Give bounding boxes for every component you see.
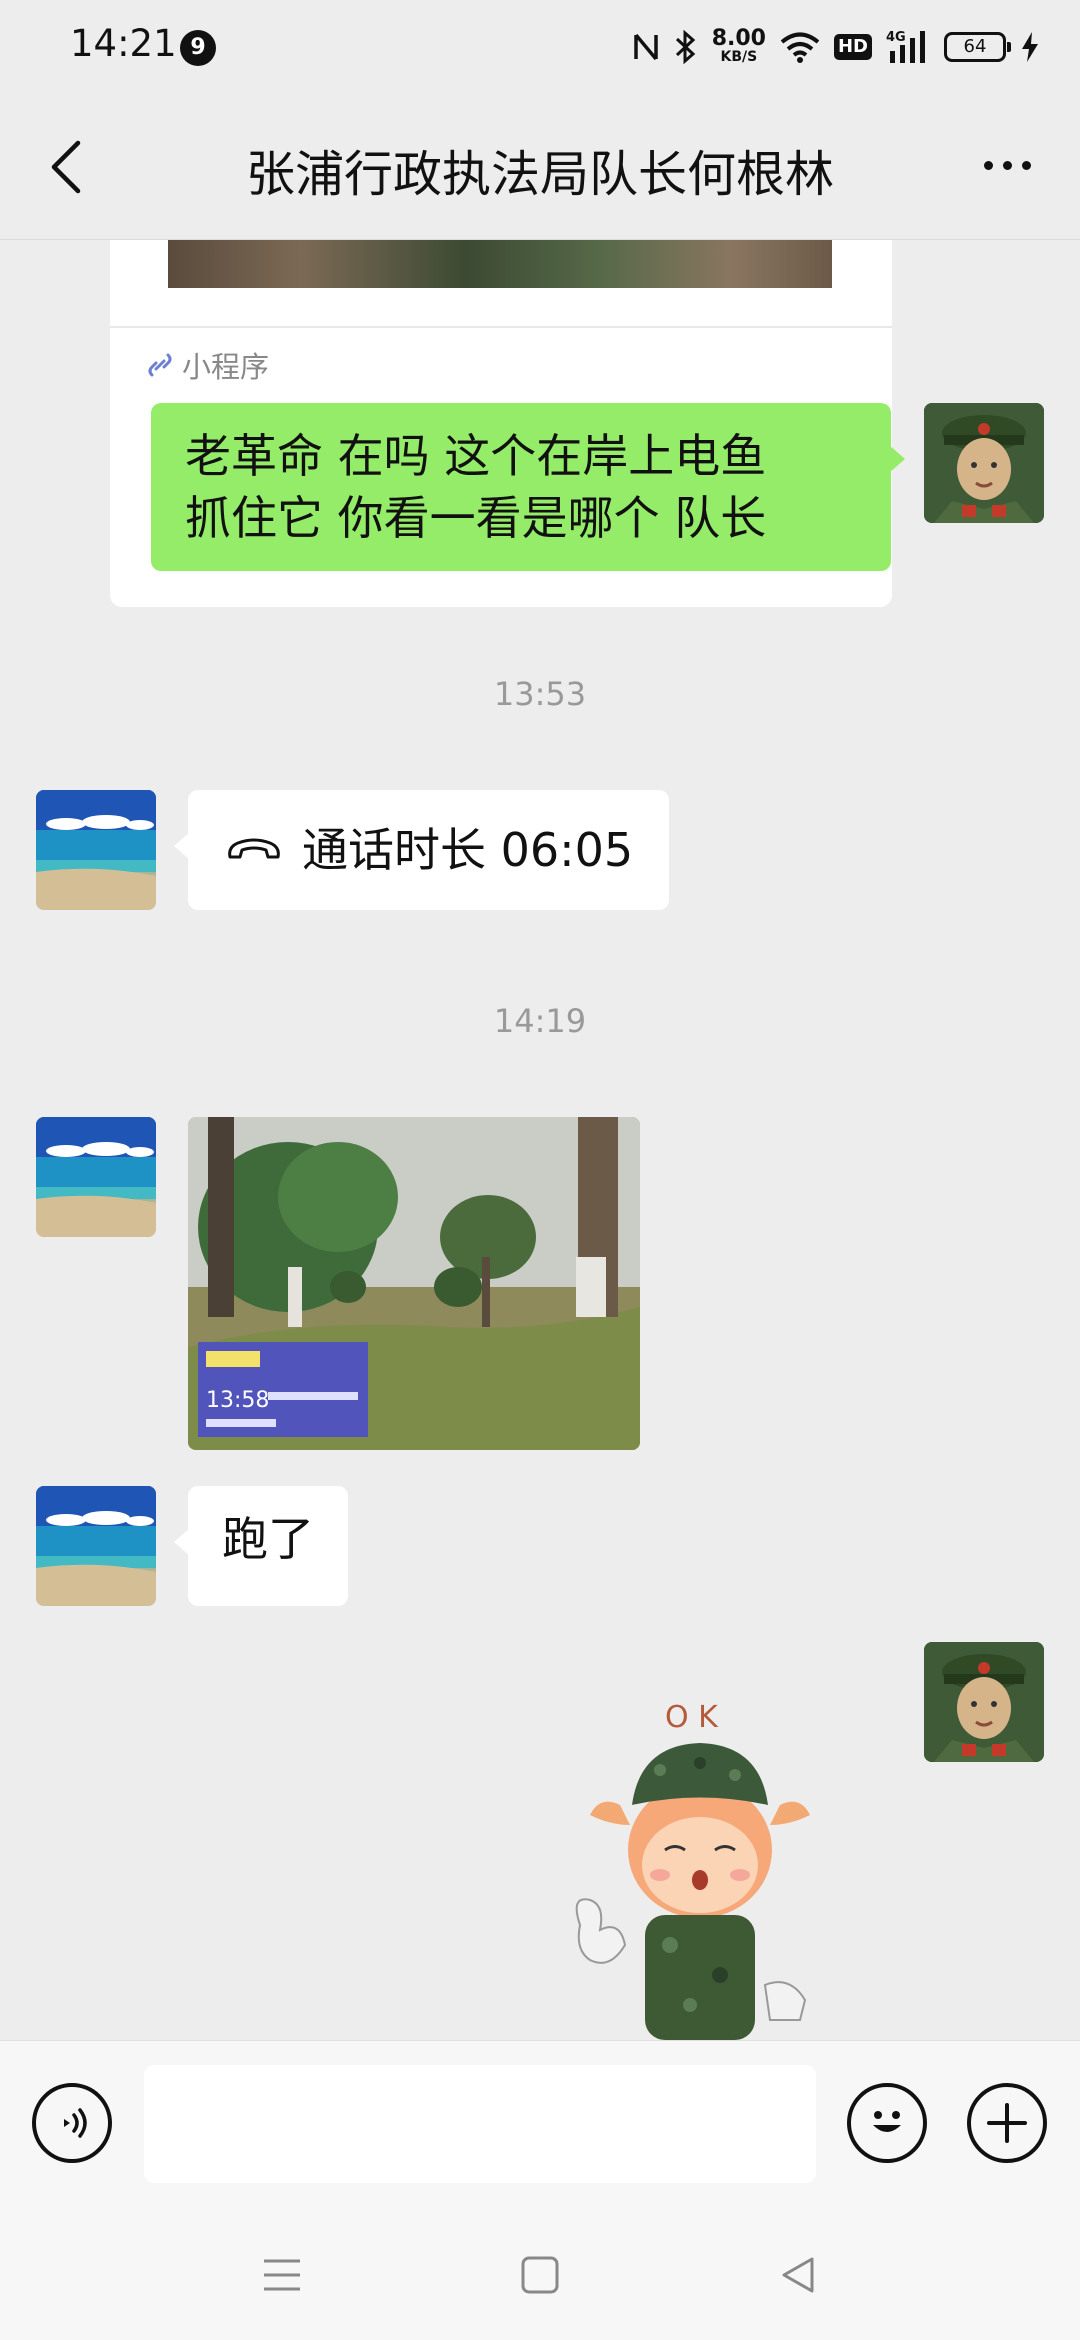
soldier-avatar-image: [924, 1642, 1044, 1762]
voice-button[interactable]: [32, 2083, 112, 2163]
plus-button[interactable]: [967, 2083, 1047, 2163]
beach-avatar-image: [36, 1117, 156, 1237]
call-record-bubble[interactable]: 通话时长 06:05: [173, 790, 670, 910]
photo-watermark-time: 13:58: [206, 1388, 269, 1413]
timestamp: 13:53: [493, 675, 587, 713]
system-nav-bar: [0, 2205, 1080, 2340]
chat-header: 张浦行政执法局队长何根林: [0, 95, 1080, 240]
svg-text:4G: 4G: [886, 30, 906, 45]
status-bar: 14:21 9 8.00 KB/S HD 4G 64: [0, 0, 1080, 95]
chevron-left-icon: [51, 140, 81, 194]
sticker-text: O K: [665, 1700, 719, 1735]
hd-badge: HD: [833, 34, 872, 60]
contact-avatar[interactable]: [36, 1117, 156, 1237]
my-avatar[interactable]: [924, 403, 1044, 523]
emoji-icon: [873, 2111, 901, 2132]
beach-avatar-image: [36, 1486, 156, 1606]
beach-avatar-image: [36, 790, 156, 910]
call-duration-text: 通话时长 06:05: [302, 823, 634, 877]
home-square-icon: [521, 2256, 559, 2294]
input-bar: [0, 2040, 1080, 2205]
notification-badge: 9: [180, 30, 216, 66]
voice-icon: [64, 2108, 87, 2138]
status-time: 14:21: [70, 22, 177, 65]
sticker-message[interactable]: O K: [560, 1675, 830, 2040]
mini-program-footer: 小程序: [146, 344, 269, 386]
received-message-text: 跑了: [222, 1512, 314, 1566]
message-input[interactable]: [144, 2065, 816, 2183]
more-dot: [1002, 160, 1012, 170]
wifi-icon: [780, 32, 820, 63]
my-avatar[interactable]: [924, 1642, 1044, 1762]
soldier-avatar-image: [924, 403, 1044, 523]
mini-program-thumbnail: [168, 240, 832, 288]
link-icon: [148, 353, 172, 377]
contact-avatar[interactable]: [36, 790, 156, 910]
home-nav-button[interactable]: [510, 2245, 570, 2305]
sent-message-text: 老革命 在吗 这个在岸上电鱼 抓住它 你看一看是哪个 队长: [185, 429, 767, 545]
nfc-icon: [633, 33, 658, 61]
timestamp: 14:19: [493, 1002, 587, 1040]
plus-icon: [987, 2103, 1027, 2143]
back-nav-button[interactable]: [768, 2245, 828, 2305]
photo-message[interactable]: 13:58: [188, 1117, 640, 1450]
signal-icon: 4G: [886, 30, 925, 63]
emoji-button[interactable]: [847, 2083, 927, 2163]
menu-nav-button[interactable]: [252, 2245, 312, 2305]
more-dots-icon: [983, 160, 993, 170]
battery-indicator: 64: [944, 32, 1011, 62]
divider: [110, 326, 892, 328]
bluetooth-icon: [675, 30, 695, 64]
net-speed: 8.00 KB/S: [711, 26, 766, 66]
chat-area[interactable]: 小程序 老革命 在吗 这个在岸上电鱼 抓住它 你看一看是哪个 队长 13:53: [0, 240, 1080, 2040]
mini-program-label: 小程序: [182, 350, 270, 384]
riverbank-photo: 13:58: [188, 1117, 640, 1450]
contact-avatar[interactable]: [36, 1486, 156, 1606]
sent-message-bubble[interactable]: 老革命 在吗 这个在岸上电鱼 抓住它 你看一看是哪个 队长: [151, 403, 905, 571]
status-icons: 8.00 KB/S HD 4G 64: [632, 22, 1040, 72]
back-button[interactable]: [40, 135, 90, 199]
chat-title: 张浦行政执法局队长何根林: [245, 146, 834, 203]
ok-deer-sticker: O K: [575, 1700, 810, 2040]
phone-hangup-icon: [228, 838, 280, 859]
back-triangle-icon: [782, 2257, 814, 2293]
received-message-bubble[interactable]: 跑了: [174, 1486, 348, 1606]
more-button[interactable]: [972, 145, 1042, 185]
charging-icon: [1022, 32, 1038, 62]
more-dot: [1021, 160, 1031, 170]
menu-icon: [264, 2259, 300, 2291]
